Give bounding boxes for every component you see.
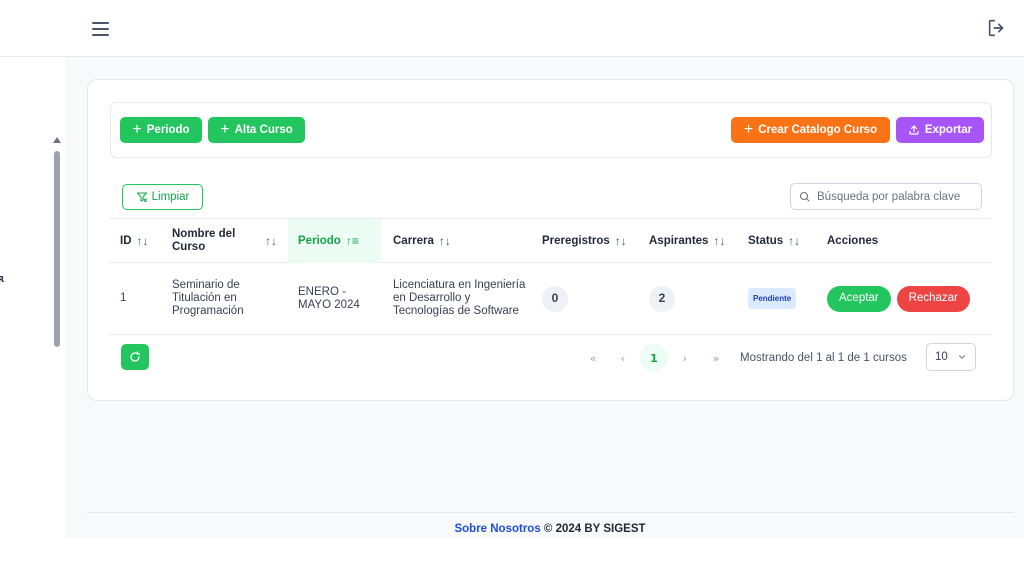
bottom-area <box>65 538 1024 576</box>
preregistros-count: 0 <box>542 285 568 312</box>
column-header-periodo[interactable]: Periodo ↑≡ <box>288 219 381 263</box>
search-box <box>790 183 982 210</box>
action-toolbar: + Periodo + Alta Curso + Crear Catalogo … <box>110 102 992 158</box>
alta-curso-button[interactable]: + Alta Curso <box>208 117 305 143</box>
upload-icon <box>909 125 919 135</box>
scroll-up-arrow-icon[interactable] <box>53 137 61 143</box>
aspirantes-count: 2 <box>649 285 675 312</box>
sort-icon: ↑↓ <box>614 234 627 248</box>
sort-icon: ↑↓ <box>438 234 451 248</box>
cell-acciones: Aceptar Rechazar <box>817 263 992 334</box>
rechazar-button[interactable]: Rechazar <box>896 285 970 312</box>
scroll-thumb[interactable] <box>54 151 60 347</box>
sort-icon: ↑↓ <box>788 234 801 248</box>
column-header-id[interactable]: ID ↑↓ <box>110 219 160 263</box>
next-page-button[interactable]: › <box>671 344 699 372</box>
refresh-button[interactable] <box>121 344 149 370</box>
plus-icon: + <box>743 121 754 138</box>
chevron-down-icon <box>959 355 965 359</box>
column-header-preregistros[interactable]: Preregistros ↑↓ <box>532 219 638 263</box>
prev-page-button[interactable]: ‹ <box>609 344 637 372</box>
table-header: ID ↑↓ Nombre del Curso ↑↓ Periodo ↑≡ Carrer… <box>110 218 992 263</box>
logout-icon[interactable] <box>986 17 1008 39</box>
refresh-icon <box>130 351 141 362</box>
last-page-button[interactable]: » <box>702 344 730 372</box>
sort-ascending-icon: ↑≡ <box>345 234 359 248</box>
page-size-select[interactable]: 10 <box>926 343 976 371</box>
sidebar-scrollbar[interactable] <box>52 137 62 576</box>
sidebar-item-fragment[interactable]: R <box>0 275 4 284</box>
sobre-nosotros-link[interactable]: Sobre Nosotros <box>454 523 540 535</box>
cell-preregistros: 0 <box>532 263 638 334</box>
limpiar-filters-button[interactable]: Limpiar <box>122 184 203 210</box>
sort-icon: ↑↓ <box>136 234 149 248</box>
crear-catalogo-button[interactable]: + Crear Catalogo Curso <box>731 117 890 143</box>
cell-nombre: Seminario de Titulación en Programación <box>172 279 244 317</box>
filter-clear-icon <box>136 192 147 202</box>
column-header-carrera[interactable]: Carrera ↑↓ <box>383 219 531 263</box>
add-periodo-button[interactable]: + Periodo <box>120 117 202 143</box>
sort-icon: ↑↓ <box>713 234 726 248</box>
plus-icon: + <box>132 121 142 138</box>
column-header-acciones: Acciones <box>827 235 879 247</box>
aceptar-button[interactable]: Aceptar <box>827 285 891 312</box>
cell-id: 1 <box>120 292 127 304</box>
footer: Sobre Nosotros © 2024 BY SIGEST <box>0 523 1024 535</box>
exportar-button[interactable]: Exportar <box>896 117 984 143</box>
footer-copyright: © 2024 BY SIGEST <box>540 523 646 535</box>
footer-divider <box>87 512 1014 513</box>
cell-aspirantes: 2 <box>639 263 737 334</box>
cell-status: Pendiente <box>738 263 816 334</box>
courses-table: ID ↑↓ Nombre del Curso ↑↓ Periodo ↑≡ Carrer… <box>110 218 992 335</box>
cell-carrera: Licenciatura en Ingeniería en Desarrollo… <box>393 279 526 317</box>
plus-icon: + <box>220 121 230 138</box>
cell-periodo: ENERO - MAYO 2024 <box>298 285 360 311</box>
top-navbar: H <box>0 0 1024 57</box>
status-badge: Pendiente <box>748 288 797 309</box>
page-number-button[interactable]: 1 <box>640 344 668 372</box>
column-header-nombre[interactable]: Nombre del Curso ↑↓ <box>162 219 288 263</box>
column-header-aspirantes[interactable]: Aspirantes ↑↓ <box>639 219 737 263</box>
table-row: 1 Seminario de Titulación en Programació… <box>110 263 992 335</box>
search-icon <box>799 191 810 202</box>
sort-icon: ↑↓ <box>265 233 277 248</box>
column-header-status[interactable]: Status ↑↓ <box>738 219 816 263</box>
hamburger-icon[interactable] <box>92 18 114 40</box>
sidebar: R <box>0 57 65 576</box>
courses-card: + Periodo + Alta Curso + Crear Catalogo … <box>87 79 1014 401</box>
search-input[interactable] <box>817 190 977 203</box>
pagination-info: Mostrando del 1 al 1 de 1 cursos <box>740 352 907 364</box>
first-page-button[interactable]: « <box>579 344 607 372</box>
